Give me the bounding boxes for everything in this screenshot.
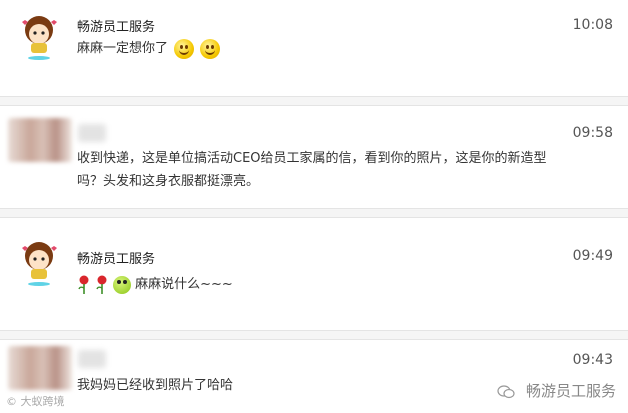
message-divider xyxy=(0,330,628,340)
message-body: 麻麻说什么~~~ xyxy=(135,277,233,292)
message-item[interactable]: 09:58 收到快递，这是单位搞活动CEO给员工家属的信，看到你的照片，这是你的… xyxy=(0,106,628,208)
smiley-icon xyxy=(200,38,221,59)
message-divider xyxy=(0,96,628,106)
message-text: 麻麻说什么~~~ xyxy=(77,273,557,296)
sender-name: 畅游员工服务 xyxy=(77,252,156,267)
frog-icon xyxy=(113,275,131,294)
message-item[interactable]: 畅游员工服务 09:49 麻麻说什么~~~ xyxy=(0,218,628,330)
message-text: 麻麻一定想你了 xyxy=(77,37,557,60)
sender-name: 畅游员工服务 xyxy=(77,20,156,35)
message-text: 我妈妈已经收到照片了哈哈 xyxy=(77,378,234,393)
message-body: 麻麻一定想你了 xyxy=(77,41,169,56)
cartoon-girl-avatar[interactable] xyxy=(14,12,64,62)
rose-icon xyxy=(78,275,89,294)
watermark-right-text: 畅游员工服务 xyxy=(525,382,616,400)
blurred-avatar[interactable] xyxy=(8,346,72,390)
message-time: 10:08 xyxy=(572,17,613,33)
rose-icon xyxy=(96,275,107,294)
watermark-logo-icon: © xyxy=(6,395,17,408)
message-time: 09:49 xyxy=(572,248,613,264)
message-item[interactable]: 09:43 我妈妈已经收到照片了哈哈 xyxy=(0,340,628,413)
cartoon-girl-avatar[interactable] xyxy=(14,238,64,288)
watermark-right: 畅游员工服务 xyxy=(497,380,616,401)
blurred-sender-name xyxy=(78,124,106,142)
watermark-left-text: 大蚁跨境 xyxy=(20,395,65,408)
smiley-icon xyxy=(174,38,195,59)
blurred-sender-name xyxy=(78,350,106,368)
wechat-icon xyxy=(497,384,515,398)
message-divider xyxy=(0,208,628,218)
message-time: 09:43 xyxy=(572,352,613,368)
watermark-left: © 大蚁跨境 xyxy=(6,393,65,409)
message-text: 收到快递，这是单位搞活动CEO给员工家属的信，看到你的照片，这是你的新造型吗？头… xyxy=(77,151,547,189)
message-item[interactable]: 畅游员工服务 10:08 麻麻一定想你了 xyxy=(0,0,628,95)
blurred-avatar[interactable] xyxy=(8,118,72,162)
message-time: 09:58 xyxy=(572,125,613,141)
